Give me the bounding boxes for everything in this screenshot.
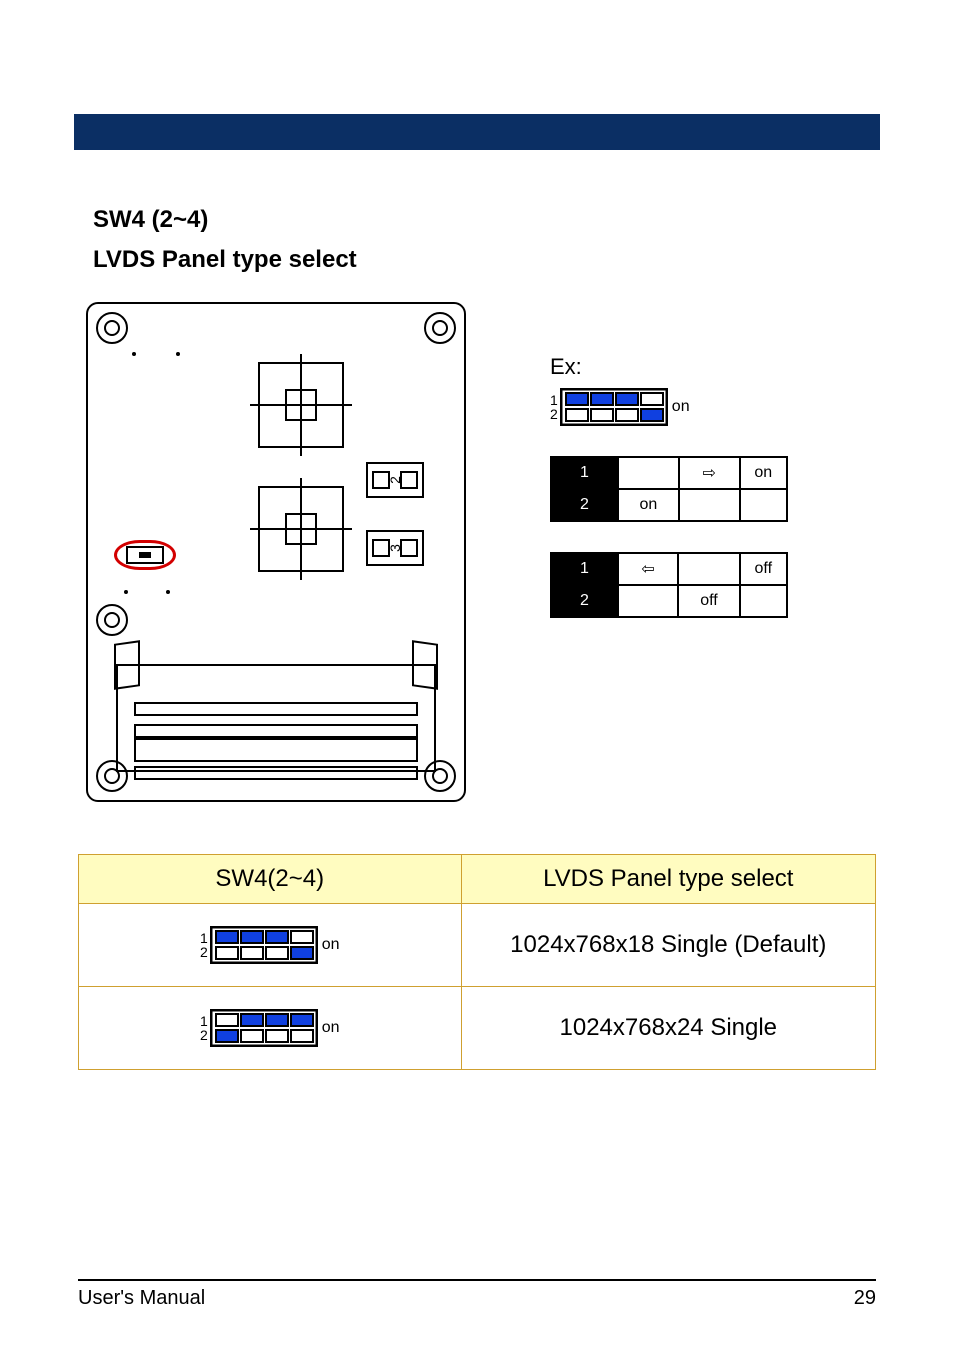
legend-state-cell: off xyxy=(678,585,739,617)
content-row: 2 3 Ex: 1 2 xyxy=(78,302,876,802)
switch-code: SW4 (2~4) xyxy=(93,206,876,234)
table-header-row: SW4(2~4) LVDS Panel type select xyxy=(79,855,876,904)
table-label-cell: 1024x768x24 Single xyxy=(461,987,875,1070)
table-switch-cell: 1 2 on xyxy=(79,987,462,1070)
legend-switch-cell: 1 xyxy=(551,553,618,585)
switch-row-label: 2 xyxy=(200,945,208,959)
legend-table-off: 1 ⇦ off 2 off xyxy=(550,552,788,618)
page-footer: User's Manual 29 xyxy=(78,1279,876,1310)
switch-on-label: on xyxy=(672,398,690,416)
dip-switch-icon: 1 2 on xyxy=(200,1009,340,1047)
settings-table: SW4(2~4) LVDS Panel type select 1 2 on xyxy=(78,854,876,1070)
mount-hole-icon xyxy=(96,312,128,344)
legend-state-cell: on xyxy=(740,457,787,489)
right-column: Ex: 1 2 on 1 ⇨ on xyxy=(466,302,876,618)
legend-state-cell: off xyxy=(740,553,787,585)
dip-switch-svg xyxy=(210,1009,318,1047)
legend-switch-cell: 2 xyxy=(551,489,618,521)
connector-number: 3 xyxy=(387,544,403,552)
switch-row-label: 1 xyxy=(550,393,558,407)
via-dot-icon xyxy=(124,590,128,594)
header-bar xyxy=(74,114,880,150)
chip-icon xyxy=(258,362,344,448)
sodimm-slot-icon xyxy=(116,650,436,780)
table-header-cell: SW4(2~4) xyxy=(79,855,462,904)
via-dot-icon xyxy=(132,352,136,356)
chip-icon xyxy=(258,486,344,572)
legend-switch-cell: 1 xyxy=(551,457,618,489)
dip-switch-svg xyxy=(210,926,318,964)
arrow-left-icon: ⇦ xyxy=(641,559,654,579)
via-dot-icon xyxy=(176,352,180,356)
table-label-cell: 1024x768x18 Single (Default) xyxy=(461,904,875,987)
via-dot-icon xyxy=(166,590,170,594)
switch-row-label: 1 xyxy=(200,931,208,945)
legend-arrow-cell: ⇨ xyxy=(679,457,740,489)
mount-hole-icon xyxy=(424,312,456,344)
footer-right: 29 xyxy=(854,1287,876,1310)
switch-row-label: 2 xyxy=(200,1028,208,1042)
table-switch-cell: 1 2 on xyxy=(79,904,462,987)
dip-switch-svg xyxy=(560,388,668,426)
legend-state-cell: on xyxy=(618,489,679,521)
switch-name: LVDS Panel type select xyxy=(93,246,876,274)
switch-on-label: on xyxy=(322,1019,340,1037)
board-diagram: 2 3 xyxy=(86,302,466,802)
table-row: 1 2 on 1024x768x24 Single xyxy=(79,987,876,1070)
dip-switch-icon: 1 2 on xyxy=(550,388,690,426)
example-label: Ex: xyxy=(550,354,876,380)
connector-number: 2 xyxy=(387,476,403,484)
arrow-right-icon: ⇨ xyxy=(703,463,716,483)
switch-location-highlight-icon xyxy=(114,540,176,570)
dip-switch-icon: 1 2 on xyxy=(200,926,340,964)
footer-left: User's Manual xyxy=(78,1287,205,1310)
small-connector-icon: 3 xyxy=(366,530,424,566)
legend-arrow-cell: ⇦ xyxy=(618,553,679,585)
legend-switch-cell: 2 xyxy=(551,585,618,617)
table-row: 1 2 on 1024x768x18 Single (Default) xyxy=(79,904,876,987)
table-header-cell: LVDS Panel type select xyxy=(461,855,875,904)
legend-table-on: 1 ⇨ on 2 on xyxy=(550,456,788,522)
switch-row-label: 2 xyxy=(550,407,558,421)
page: SW4 (2~4) LVDS Panel type select 2 3 xyxy=(0,0,954,1350)
switch-on-label: on xyxy=(322,936,340,954)
small-connector-icon: 2 xyxy=(366,462,424,498)
mount-hole-icon xyxy=(96,604,128,636)
switch-row-label: 1 xyxy=(200,1014,208,1028)
